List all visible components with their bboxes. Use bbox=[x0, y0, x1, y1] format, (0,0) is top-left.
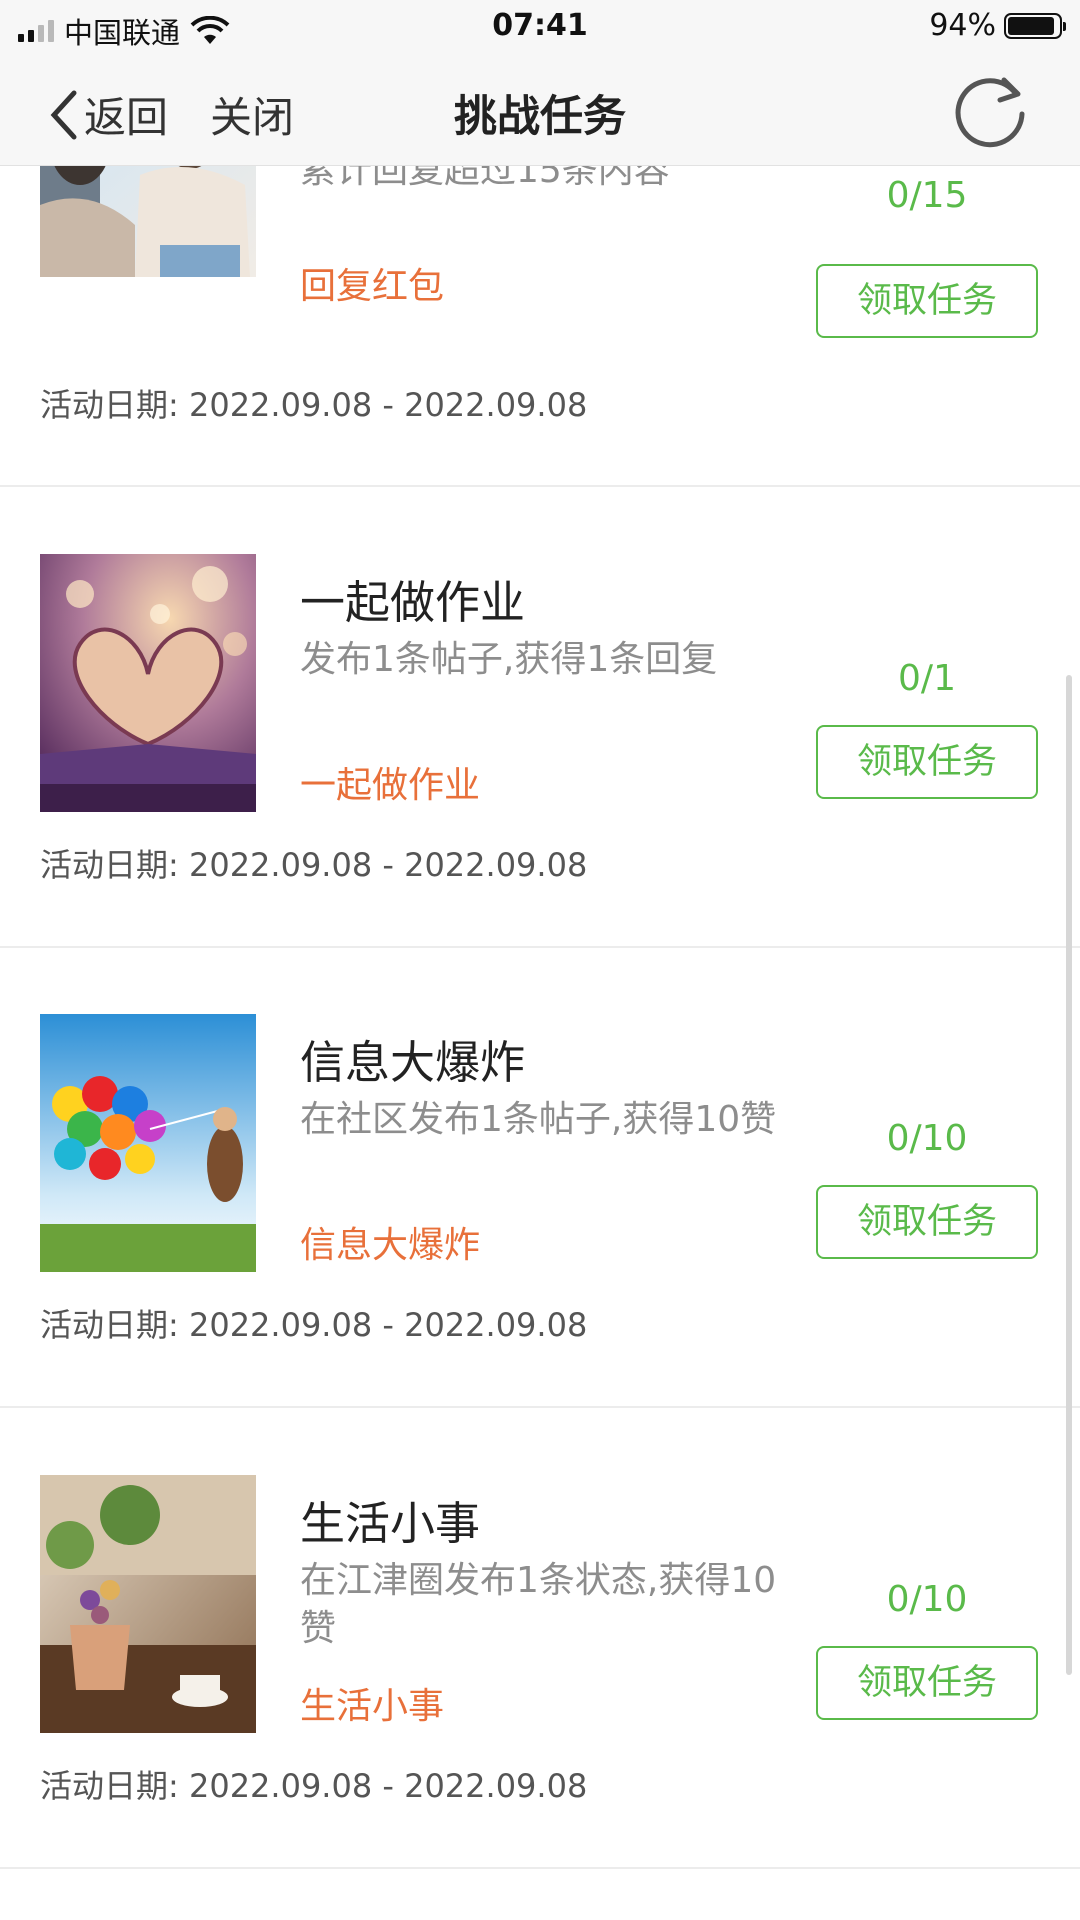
task-list[interactable]: 累计回复超过15条内容 回复红包 0/15 领取任务 活动日期: 2022.09… bbox=[0, 0, 1080, 1920]
task-description: 在社区发布1条帖子,获得10赞 bbox=[300, 1099, 777, 1140]
task-card: 一起做作业 发布1条帖子,获得1条回复 一起做作业 0/1 领取任务 活动日期:… bbox=[0, 488, 1080, 948]
task-date: 活动日期: 2022.09.08 - 2022.09.08 bbox=[40, 1761, 587, 1807]
task-progress: 0/1 bbox=[898, 658, 956, 699]
task-tag: 信息大爆炸 bbox=[300, 1225, 481, 1266]
page-title: 挑战任务 bbox=[454, 92, 626, 142]
task-tag: 生活小事 bbox=[300, 1686, 445, 1727]
task-thumbnail bbox=[40, 554, 256, 812]
nav-bar: 返回 关闭 挑战任务 bbox=[0, 56, 1080, 166]
task-description: 发布1条帖子,获得1条回复 bbox=[300, 639, 718, 680]
task-progress: 0/15 bbox=[886, 175, 968, 216]
task-tag: 回复红包 bbox=[300, 266, 445, 307]
clock: 07:41 bbox=[492, 8, 588, 43]
date-label: 活动日期: bbox=[40, 386, 179, 424]
task-progress: 0/10 bbox=[886, 1118, 968, 1159]
task-title: 一起做作业 bbox=[300, 576, 526, 629]
date-label: 活动日期: bbox=[40, 1767, 179, 1805]
task-tag: 一起做作业 bbox=[300, 765, 481, 806]
date-range: 2022.09.08 - 2022.09.08 bbox=[188, 1767, 588, 1805]
task-card: 生活小事 在江津圈发布1条状态,获得10赞 生活小事 0/10 领取任务 活动日… bbox=[0, 1409, 1080, 1869]
claim-task-button[interactable]: 领取任务 bbox=[816, 264, 1038, 338]
refresh-icon[interactable] bbox=[950, 70, 1032, 152]
claim-task-button[interactable]: 领取任务 bbox=[816, 725, 1038, 799]
date-label: 活动日期: bbox=[40, 1306, 179, 1344]
task-title: 生活小事 bbox=[300, 1497, 481, 1550]
battery-icon bbox=[1004, 12, 1066, 39]
task-thumbnail bbox=[40, 1014, 256, 1272]
status-bar: 中国联通 07:41 94% bbox=[0, 0, 1080, 56]
claim-task-button[interactable]: 领取任务 bbox=[816, 1646, 1038, 1720]
task-date: 活动日期: 2022.09.08 - 2022.09.08 bbox=[40, 1300, 587, 1346]
date-range: 2022.09.08 - 2022.09.08 bbox=[188, 1306, 588, 1344]
date-range: 2022.09.08 - 2022.09.08 bbox=[188, 846, 588, 884]
date-range: 2022.09.08 - 2022.09.08 bbox=[188, 386, 588, 424]
task-progress: 0/10 bbox=[886, 1579, 968, 1620]
status-right: 94% bbox=[929, 8, 1066, 43]
task-date: 活动日期: 2022.09.08 - 2022.09.08 bbox=[40, 840, 587, 886]
date-label: 活动日期: bbox=[40, 846, 179, 884]
claim-task-button[interactable]: 领取任务 bbox=[816, 1185, 1038, 1259]
task-date: 活动日期: 2022.09.08 - 2022.09.08 bbox=[40, 380, 587, 426]
scrollbar[interactable] bbox=[1066, 675, 1072, 1675]
task-card: 信息大爆炸 在社区发布1条帖子,获得10赞 信息大爆炸 0/10 领取任务 活动… bbox=[0, 948, 1080, 1408]
battery-percent: 94% bbox=[929, 8, 996, 43]
task-title: 信息大爆炸 bbox=[300, 1036, 526, 1089]
task-thumbnail bbox=[40, 1475, 256, 1733]
task-description: 在江津圈发布1条状态,获得10赞 bbox=[300, 1560, 777, 1649]
